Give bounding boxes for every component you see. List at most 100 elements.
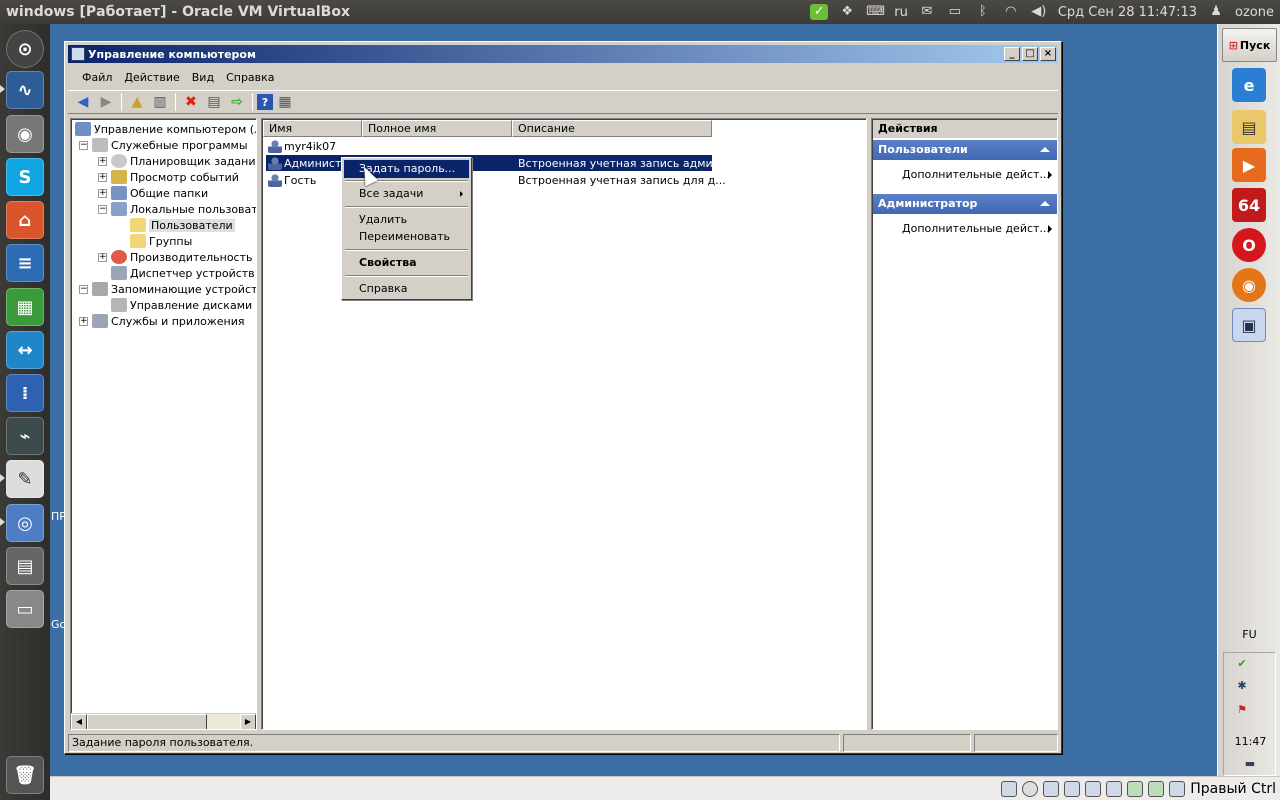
tree-node-local-users[interactable]: − Локальные пользовател <box>98 201 256 217</box>
collapse-toggle[interactable]: − <box>79 140 88 150</box>
collapse-caret-icon[interactable] <box>1040 147 1050 152</box>
clock-datetime[interactable]: Срд Сен 28 11:47:13 <box>1058 5 1197 20</box>
opera-icon[interactable]: O <box>1232 228 1266 262</box>
aida64-icon[interactable]: 64 <box>1232 188 1266 222</box>
media-player-icon[interactable]: ▶ <box>1232 148 1266 182</box>
tree-node-services-apps[interactable]: + Службы и приложения <box>79 313 244 329</box>
column-header-description[interactable]: Описание <box>512 120 712 137</box>
close-button[interactable]: × <box>1040 47 1056 61</box>
menu-all-tasks[interactable]: Все задачи <box>344 185 469 203</box>
table-row-selected[interactable]: Администр Встроенная учетная запись адми… <box>266 155 730 171</box>
shared-folders-icon[interactable] <box>1085 780 1102 797</box>
wifi-icon[interactable]: ◠ <box>1002 4 1020 20</box>
scroll-right-button[interactable]: ▶ <box>240 714 256 729</box>
skype-icon[interactable]: S <box>6 158 44 196</box>
remote-icon[interactable]: ⁞ <box>6 374 44 412</box>
minimize-button[interactable]: _ <box>1004 47 1020 61</box>
keyboard-layout[interactable]: ru <box>894 5 908 20</box>
tree-node-system-tools[interactable]: − Служебные программы <box>79 137 248 153</box>
actions-section-administrator[interactable]: Администратор <box>873 194 1057 214</box>
bluetooth-icon[interactable]: ᛒ <box>974 4 992 20</box>
maximize-button[interactable]: □ <box>1022 47 1038 61</box>
user-icon[interactable]: ♟ <box>1207 4 1225 20</box>
mouse-integration-icon[interactable] <box>1148 780 1165 797</box>
menu-help[interactable]: Справка <box>220 71 280 84</box>
expand-toggle[interactable]: + <box>98 172 107 182</box>
show-hide-tree-icon[interactable]: ▥ <box>149 92 171 112</box>
tree-node-task-scheduler[interactable]: + Планировщик заданий <box>98 153 256 169</box>
ie-icon[interactable]: e <box>1232 68 1266 102</box>
menu-action[interactable]: Действие <box>118 71 185 84</box>
computer-management-task-icon[interactable]: ▣ <box>1232 308 1266 342</box>
action-center-alert-icon[interactable]: ⚑ <box>1234 703 1250 719</box>
tree-node-performance[interactable]: + Производительность <box>98 249 253 265</box>
dropbox-icon[interactable]: ❖ <box>838 4 856 20</box>
tree-node-shared-folders[interactable]: + Общие папки <box>98 185 208 201</box>
properties-icon[interactable]: ▤ <box>203 92 225 112</box>
display-icon[interactable] <box>1106 780 1123 797</box>
up-folder-icon[interactable]: ▲ <box>126 92 148 112</box>
menu-delete[interactable]: Удалить <box>344 211 469 229</box>
menu-view[interactable]: Вид <box>186 71 220 84</box>
expand-toggle[interactable]: + <box>79 316 88 326</box>
calc-icon[interactable]: ▦ <box>6 288 44 326</box>
network-ok-icon[interactable]: ✔ <box>1234 657 1250 673</box>
table-row[interactable]: myr4ik07 <box>268 138 336 154</box>
optical-drive-icon[interactable] <box>1022 780 1039 797</box>
scroll-left-button[interactable]: ◀ <box>71 714 87 729</box>
usb-icon[interactable] <box>1043 780 1060 797</box>
network-icon[interactable] <box>1064 780 1081 797</box>
teamviewer-icon[interactable]: ↔ <box>6 331 44 369</box>
language-indicator[interactable]: FU <box>1218 628 1280 641</box>
expand-toggle[interactable]: + <box>98 188 107 198</box>
tree-node-root[interactable]: Управление компьютером (лока <box>75 121 256 137</box>
guest-clock[interactable]: 11:47 <box>1224 735 1277 748</box>
delete-icon[interactable]: ✖ <box>180 92 202 112</box>
user-name[interactable]: ozone <box>1235 5 1274 20</box>
column-header-full-name[interactable]: Полное имя <box>362 120 512 137</box>
help-icon[interactable]: ? <box>257 94 273 110</box>
collapse-caret-icon[interactable] <box>1040 201 1050 206</box>
scroll-thumb[interactable] <box>87 714 207 729</box>
actions-section-users[interactable]: Пользователи <box>873 140 1057 160</box>
tree-node-event-viewer[interactable]: + Просмотр событий <box>98 169 239 185</box>
table-row[interactable]: Гость Встроенная учетная запись для д... <box>268 172 726 188</box>
trash-icon[interactable]: 🗑 <box>6 756 44 794</box>
menu-rename[interactable]: Переименовать <box>344 228 469 246</box>
system-monitor-icon[interactable]: ∿ <box>6 71 44 109</box>
menu-file[interactable]: Файл <box>76 71 118 84</box>
home-folder-icon[interactable]: ⌂ <box>6 201 44 239</box>
menu-help[interactable]: Справка <box>344 280 469 298</box>
virtualbox-tray-icon[interactable]: ✱ <box>1234 679 1250 695</box>
hard-disk-icon[interactable] <box>1001 780 1018 797</box>
explorer-icon[interactable]: ▤ <box>1232 110 1266 144</box>
dash-home-icon[interactable]: ⊙ <box>6 30 44 68</box>
column-header-name[interactable]: Имя <box>263 120 362 137</box>
chromium-icon[interactable]: ◎ <box>6 504 44 542</box>
show-desktop-icon[interactable]: ▬ <box>1242 757 1258 773</box>
menu-properties[interactable]: Свойства <box>344 254 469 272</box>
forward-arrow-icon[interactable]: ▶ <box>95 92 117 112</box>
tree-node-storage[interactable]: − Запоминающие устройства <box>79 281 256 297</box>
recording-icon[interactable] <box>1127 780 1144 797</box>
tree-node-disk-management[interactable]: Управление дисками <box>111 297 252 313</box>
mail-icon[interactable]: ✉ <box>918 4 936 20</box>
window-titlebar[interactable]: Управление компьютером _ □ × <box>68 45 1058 63</box>
keyboard-icon[interactable]: ⌨ <box>866 4 885 20</box>
tree-node-device-manager[interactable]: Диспетчер устройств <box>111 265 255 281</box>
disk-icon[interactable]: ▭ <box>6 590 44 628</box>
tree-node-groups[interactable]: Группы <box>130 233 192 249</box>
expand-toggle[interactable]: + <box>98 252 107 262</box>
expand-toggle[interactable]: + <box>98 156 107 166</box>
writer-icon[interactable]: ≡ <box>6 244 44 282</box>
show-hide-action-pane-icon[interactable]: ▦ <box>274 92 296 112</box>
text-editor-icon[interactable]: ✎ <box>6 460 44 498</box>
more-actions-users[interactable]: Дополнительные дейст... <box>902 167 1052 183</box>
start-button[interactable]: ⊞ Пуск <box>1222 28 1277 62</box>
collapse-toggle[interactable]: − <box>79 284 88 294</box>
volume-icon[interactable]: ◀) <box>1030 4 1048 20</box>
workspace-switcher-icon[interactable]: ▤ <box>6 547 44 585</box>
update-check-icon[interactable]: ✓ <box>810 4 829 20</box>
terminal-monitor-icon[interactable]: ⌁ <box>6 417 44 455</box>
battery-icon[interactable]: ▭ <box>946 4 964 20</box>
